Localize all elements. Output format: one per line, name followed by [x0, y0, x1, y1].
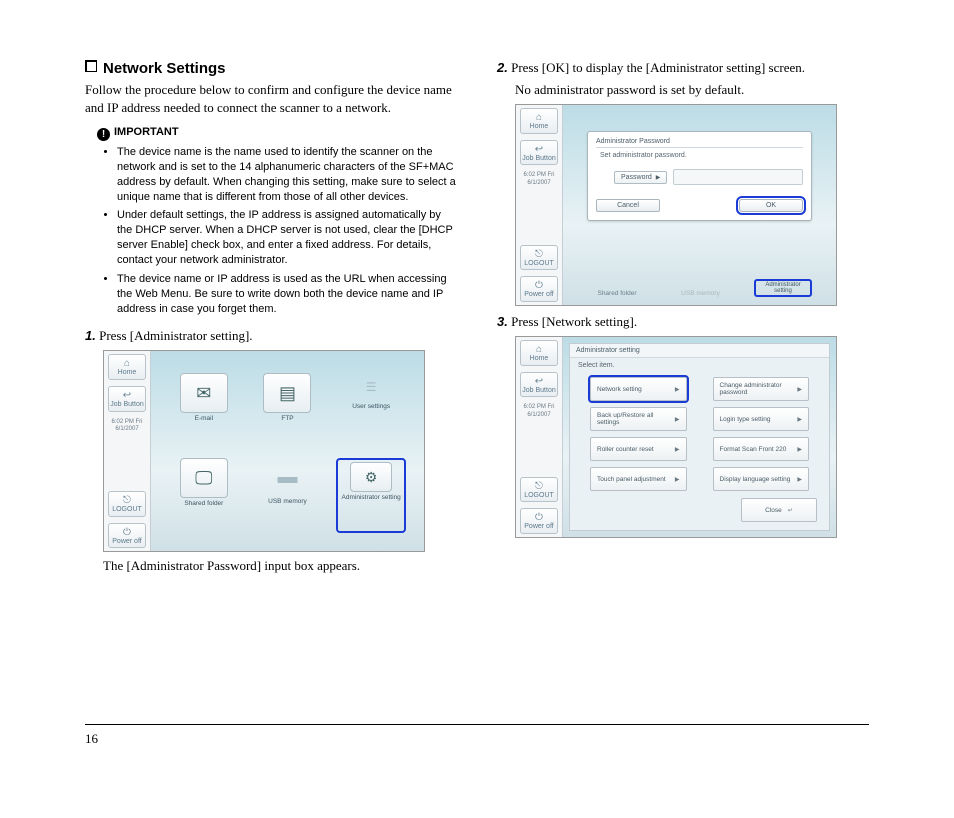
step-2-sub: No administrator password is set by defa… — [515, 82, 869, 98]
job-button[interactable]: ↩Job Button — [520, 140, 558, 166]
ok-button[interactable]: OK — [739, 199, 803, 212]
format-option[interactable]: Format Scan Front 220▶ — [713, 437, 810, 461]
home-button[interactable]: ⌂Home — [520, 108, 558, 134]
usb-tile[interactable]: ▬ USB memory — [253, 458, 323, 533]
power-off-button[interactable]: ⏻Power off — [520, 508, 558, 534]
logout-button[interactable]: ⎋LOGOUT — [520, 245, 558, 271]
screenshot-network-setting: ⌂Home ↩Job Button 6:02 PM Fri 6/1/2007 ⎋… — [515, 336, 837, 538]
ftp-tile[interactable]: ▤ FTP — [253, 373, 323, 448]
mail-icon: ✉ — [180, 373, 228, 413]
admin-password-dialog: Administrator Password Set administrator… — [587, 131, 812, 221]
close-button[interactable]: Close↵ — [741, 498, 817, 522]
shared-folder-label: Shared folder — [587, 290, 647, 297]
step-3: 3. Press [Network setting]. — [497, 314, 869, 330]
important-list: The device name is the name used to iden… — [103, 145, 457, 316]
password-input[interactable] — [673, 169, 803, 185]
home-button[interactable]: ⌂Home — [520, 340, 558, 366]
section-title: Network Settings — [85, 60, 457, 77]
display-language-option[interactable]: Display language setting▶ — [713, 467, 810, 491]
important-item: The device name is the name used to iden… — [117, 145, 457, 204]
clock: 6:02 PM Fri 6/1/2007 — [518, 172, 560, 186]
email-tile[interactable]: ✉ E-mail — [169, 373, 239, 448]
clock: 6:02 PM Fri 6/1/2007 — [518, 404, 560, 418]
login-type-option[interactable]: Login type setting▶ — [713, 407, 810, 431]
panel-title: Administrator setting — [570, 344, 829, 358]
admin-setting-label: Administrator setting — [754, 279, 812, 297]
step-1-caption: The [Administrator Password] input box a… — [103, 558, 457, 574]
server-icon: ▤ — [263, 373, 311, 413]
job-button[interactable]: ↩Job Button — [108, 386, 146, 412]
roller-counter-option[interactable]: Roller counter reset▶ — [590, 437, 687, 461]
change-password-option[interactable]: Change administrator password▶ — [713, 377, 810, 401]
password-button[interactable]: Password▶ — [614, 171, 667, 184]
important-item: Under default settings, the IP address i… — [117, 208, 457, 267]
panel-subtitle: Select item. — [570, 358, 829, 369]
step-2: 2. Press [OK] to display the [Administra… — [497, 60, 869, 76]
shared-folder-tile[interactable]: 🖵 Shared folder — [169, 458, 239, 533]
admin-setting-tile[interactable]: ⚙ Administrator setting — [336, 458, 406, 533]
usb-icon: ▬ — [264, 458, 310, 496]
job-button[interactable]: ↩Job Button — [520, 372, 558, 398]
touch-panel-option[interactable]: Touch panel adjustment▶ — [590, 467, 687, 491]
screenshot-admin-setting: ⌂Home ↩Job Button 6:02 PM Fri 6/1/2007 ⎋… — [103, 350, 425, 552]
cancel-button[interactable]: Cancel — [596, 199, 660, 212]
user-icon: ☰ — [353, 373, 389, 401]
backup-restore-option[interactable]: Back up/Restore all settings▶ — [590, 407, 687, 431]
usb-label: USB memory — [671, 290, 731, 297]
section-intro: Follow the procedure below to confirm an… — [85, 81, 457, 116]
dialog-title: Administrator Password — [596, 138, 803, 148]
step-1: 1. Press [Administrator setting]. — [85, 328, 457, 344]
important-item: The device name or IP address is used as… — [117, 272, 457, 317]
sliders-icon: ⚙ — [350, 462, 392, 492]
network-setting-option[interactable]: Network setting▶ — [590, 377, 687, 401]
logout-button[interactable]: ⎋LOGOUT — [520, 477, 558, 503]
power-off-button[interactable]: ⏻Power off — [108, 523, 146, 549]
logout-button[interactable]: ⎋LOGOUT — [108, 491, 146, 517]
page-number: 16 — [85, 731, 869, 747]
power-off-button[interactable]: ⏻Power off — [520, 276, 558, 302]
screenshot-admin-password: ⌂Home ↩Job Button 6:02 PM Fri 6/1/2007 ⎋… — [515, 104, 837, 306]
important-label: !IMPORTANT — [97, 126, 457, 141]
home-button[interactable]: ⌂Home — [108, 354, 146, 380]
user-settings-tile[interactable]: ☰ User settings — [336, 373, 406, 448]
dialog-subtitle: Set administrator password. — [600, 152, 803, 159]
clock: 6:02 PM Fri 6/1/2007 — [106, 419, 148, 433]
folder-icon: 🖵 — [180, 458, 228, 498]
